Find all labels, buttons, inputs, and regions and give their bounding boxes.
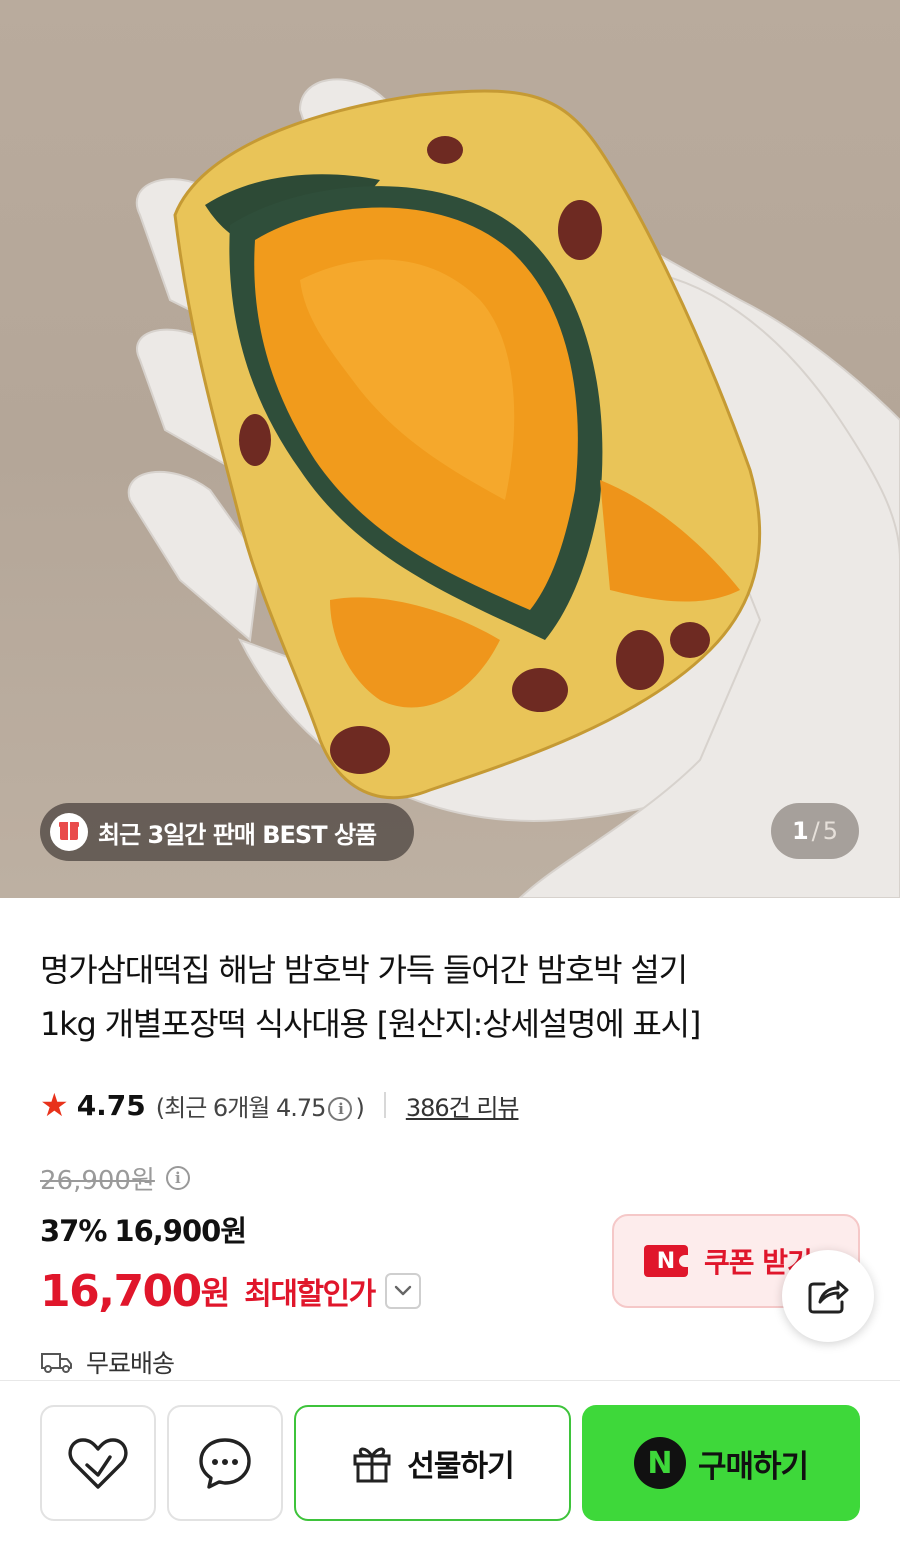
shipping-row: 무료배송 — [40, 1344, 175, 1380]
bottom-action-bar: 선물하기 N 구매하기 — [0, 1380, 900, 1542]
gift-label: 선물하기 — [407, 1449, 514, 1484]
divider — [383, 1092, 386, 1118]
discount-row: 37% 16,900원 — [40, 1208, 247, 1250]
price-info-icon[interactable]: i — [165, 1166, 190, 1190]
shipping-label: 무료배송 — [86, 1349, 175, 1378]
gift-box-icon — [50, 813, 88, 851]
chat-icon — [199, 1438, 251, 1489]
max-discount-label: 최대할인가 — [244, 1277, 376, 1312]
review-count-link[interactable]: 386건 리뷰 — [406, 1088, 520, 1123]
info-icon[interactable]: i — [328, 1096, 353, 1121]
share-icon — [808, 1280, 849, 1314]
rating-row: ★ 4.75 (최근 6개월 4.75 i) 386건 리뷰 — [40, 1083, 519, 1127]
discounted-price: 16,900원 — [114, 1214, 247, 1248]
image-pager: 1 / 5 — [771, 803, 859, 859]
pager-total: 5 — [822, 817, 839, 845]
star-icon: ★ — [40, 1086, 69, 1124]
rating-score: 4.75 — [76, 1088, 146, 1122]
recent-rating-suffix: ) — [355, 1093, 364, 1122]
final-price: 16,700 — [40, 1265, 202, 1317]
naver-n-icon: N — [644, 1245, 689, 1277]
product-photo — [127, 78, 900, 898]
best-seller-label: 최근 3일간 판매 BEST 상품 — [98, 820, 377, 849]
product-title-line1: 명가삼대떡집 해남 밤호박 가득 들어간 밤호박 설기 — [40, 951, 688, 989]
final-price-unit: 원 — [200, 1274, 231, 1312]
product-image[interactable]: 최근 3일간 판매 BEST 상품 1 / 5 — [0, 0, 900, 898]
buy-label: 구매하기 — [697, 1448, 809, 1485]
gift-icon — [353, 1447, 391, 1483]
discount-percent: 37% — [40, 1214, 107, 1248]
share-button[interactable] — [782, 1250, 874, 1342]
pager-separator: / — [811, 817, 820, 845]
original-price: 26,900원 — [40, 1165, 155, 1196]
truck-icon — [41, 1353, 72, 1373]
chevron-down-icon[interactable] — [384, 1273, 421, 1309]
best-seller-badge: 최근 3일간 판매 BEST 상품 — [40, 803, 414, 861]
recent-rating: (최근 6개월 4.75 i) — [155, 1088, 365, 1123]
final-price-row: 16,700 원 최대할인가 — [40, 1258, 421, 1324]
product-title: 명가삼대떡집 해남 밤호박 가득 들어간 밤호박 설기 1kg 개별포장떡 식사… — [40, 943, 860, 1051]
pager-current: 1 — [791, 817, 809, 845]
talk-button[interactable] — [167, 1405, 283, 1521]
product-title-line2: 1kg 개별포장떡 식사대용 [원산지:상세설명에 표시] — [40, 1005, 701, 1043]
naver-pay-icon: N — [633, 1437, 686, 1489]
original-price-row: 26,900원 i — [40, 1158, 193, 1198]
recent-rating-prefix: (최근 6개월 4.75 — [155, 1093, 327, 1122]
wishlist-button[interactable] — [40, 1405, 156, 1521]
heart-icon — [68, 1438, 128, 1489]
buy-button[interactable]: N 구매하기 — [582, 1405, 860, 1521]
gift-button[interactable]: 선물하기 — [294, 1405, 571, 1521]
